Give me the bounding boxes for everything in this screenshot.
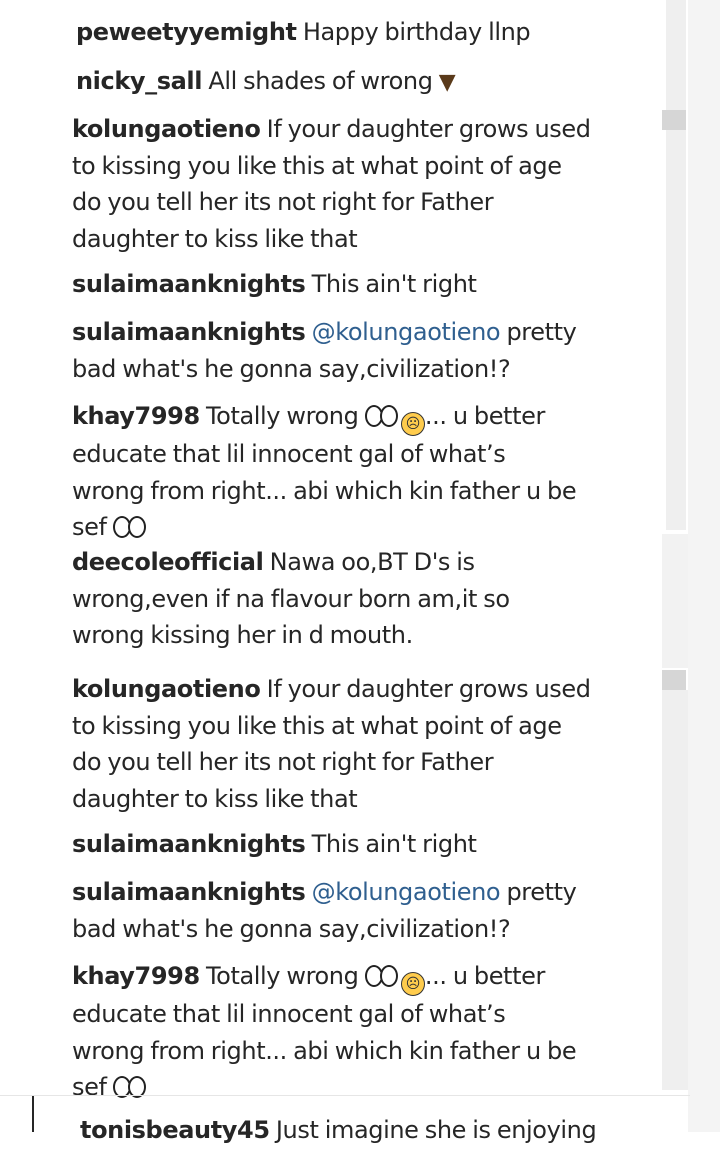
comment-text-line: wrong from right... abi which kin father… <box>72 1036 577 1065</box>
comment-text-line: do you tell her its not right for Father <box>72 748 494 776</box>
mention-link[interactable]: @kolungaotieno <box>312 878 501 906</box>
comment-text-line: pretty <box>506 878 577 906</box>
eyes-emoji-icon <box>112 1073 146 1101</box>
comment-text-line: daughter to kiss like that <box>72 784 358 813</box>
thumbs-down-emoji-icon: ▼ <box>438 70 456 95</box>
comment: khay7998 Totally wrong ☹... u better edu… <box>72 958 577 1106</box>
eyes-emoji-icon <box>364 402 398 430</box>
comment-text-line: ... u better <box>424 962 545 990</box>
comment-text-line: educate that lil innocent gal of what’s <box>72 440 506 468</box>
eyes-emoji-icon <box>364 962 398 990</box>
comment-text-line: bad what's he gonna say,civilization!? <box>72 914 511 943</box>
scrollbar-track[interactable] <box>662 690 688 1090</box>
comment-username[interactable]: khay7998 <box>72 962 200 990</box>
sad-face-emoji-icon: ☹ <box>400 412 425 436</box>
comment-text-line: wrong,even if na flavour born am,it so <box>72 584 510 613</box>
comment: sulaimaanknights @kolungaotieno pretty b… <box>72 874 577 947</box>
scrollbar-track[interactable] <box>688 0 720 1132</box>
comment-text-line: do you tell her its not right for Father <box>72 188 494 216</box>
comment-text-line: ... u better <box>424 402 545 430</box>
comment-text-line: to kissing you like this at what point o… <box>72 151 562 180</box>
comment-text: Just imagine she is enjoying <box>275 1116 597 1144</box>
comment: kolungaotieno If your daughter grows use… <box>72 671 591 817</box>
comment-text-line: daughter to kiss like that <box>72 224 358 253</box>
comment: tonisbeauty45 Just imagine she is enjoyi… <box>80 1112 597 1149</box>
comment-username[interactable]: sulaimaanknights <box>72 878 306 906</box>
comment-username[interactable]: tonisbeauty45 <box>80 1116 270 1144</box>
comment: kolungaotieno If your daughter grows use… <box>72 111 591 257</box>
comment: sulaimaanknights This ain't right <box>72 266 477 303</box>
comment: khay7998 Totally wrong ☹... u better edu… <box>72 398 577 546</box>
comment-text: This ain't right <box>311 270 477 298</box>
comment-text-line: to kissing you like this at what point o… <box>72 711 562 740</box>
comment-username[interactable]: khay7998 <box>72 402 200 430</box>
scrollbar-track[interactable] <box>662 534 688 668</box>
comment: peweetyyemight Happy birthday llnp <box>76 14 531 51</box>
scrollbar-thumb[interactable] <box>662 110 686 130</box>
comment-username[interactable]: sulaimaanknights <box>72 270 306 298</box>
comment-username[interactable]: peweetyyemight <box>76 18 297 46</box>
mention-link[interactable]: @kolungaotieno <box>312 318 501 346</box>
comment-text-line: sef <box>72 513 107 541</box>
comment-text-line: If your daughter grows used <box>266 115 591 143</box>
comment-text-line: educate that lil innocent gal of what’s <box>72 1000 506 1028</box>
comment-text: All shades of wrong <box>208 67 433 95</box>
comment-username[interactable]: sulaimaanknights <box>72 318 306 346</box>
comment-text-line: wrong kissing her in d mouth. <box>72 621 413 649</box>
comment-text: This ain't right <box>311 830 477 858</box>
eyes-emoji-icon <box>112 513 146 541</box>
comment-text-line: sef <box>72 1073 107 1101</box>
sad-face-emoji-icon: ☹ <box>400 972 425 996</box>
divider <box>0 1095 690 1096</box>
comment: deecoleofficial Nawa oo,BT D's is wrong,… <box>72 544 510 654</box>
comment-text-line: bad what's he gonna say,civilization!? <box>72 354 511 383</box>
scrollbar-thumb[interactable] <box>662 670 686 690</box>
text-cursor <box>32 1096 34 1132</box>
scrollbar-track[interactable] <box>666 0 686 530</box>
comment-text-line: If your daughter grows used <box>266 675 591 703</box>
comment-username[interactable]: nicky_sall <box>76 67 202 95</box>
comment-text: Happy birthday llnp <box>302 18 531 46</box>
comment-username[interactable]: sulaimaanknights <box>72 830 306 858</box>
comment-text-line: Totally wrong <box>205 962 359 990</box>
comment-text-line: Nawa oo,BT D's is <box>269 548 475 576</box>
comment-text-line: Totally wrong <box>205 402 359 430</box>
comment-text-line: pretty <box>506 318 577 346</box>
comment: nicky_sall All shades of wrong ▼ <box>76 63 456 102</box>
comment: sulaimaanknights This ain't right <box>72 826 477 863</box>
comment-username[interactable]: deecoleofficial <box>72 548 264 576</box>
comment: sulaimaanknights @kolungaotieno pretty b… <box>72 314 577 387</box>
comment-text-line: wrong from right... abi which kin father… <box>72 476 577 505</box>
comment-username[interactable]: kolungaotieno <box>72 675 261 703</box>
comment-username[interactable]: kolungaotieno <box>72 115 261 143</box>
